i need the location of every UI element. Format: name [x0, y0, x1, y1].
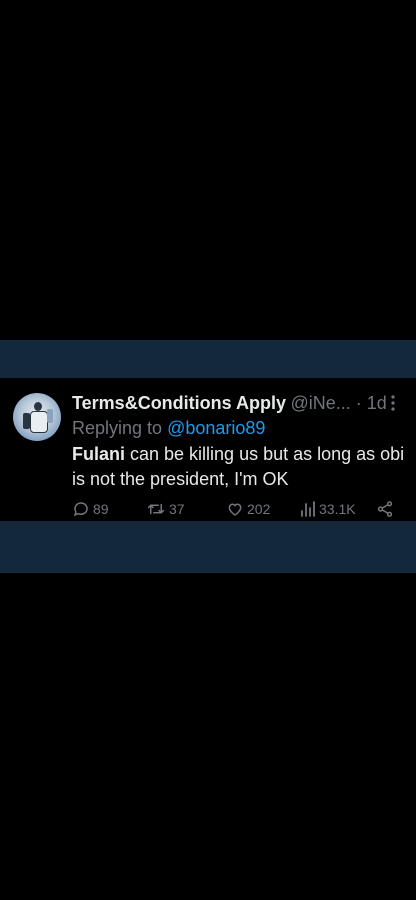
bottom-blue-band [0, 521, 416, 573]
avatar[interactable] [13, 393, 61, 441]
view-count: 33.1K [319, 501, 356, 517]
reply-count: 89 [93, 501, 109, 517]
replying-prefix: Replying to [72, 418, 163, 438]
like-count: 202 [247, 501, 271, 517]
tweet-card[interactable]: Terms&Conditions Apply @iNe... · 1d Repl… [0, 380, 416, 521]
heart-icon [228, 503, 242, 516]
bar-chart-icon [301, 501, 315, 517]
tweet-text-bold: Fulani [72, 444, 125, 464]
retweet-count: 37 [169, 501, 185, 517]
display-name[interactable]: Terms&Conditions Apply [72, 393, 286, 413]
action-bar: 89 37 202 33.1K [0, 500, 416, 520]
retweet-icon [147, 503, 165, 515]
views-button[interactable]: 33.1K [300, 500, 356, 518]
mention-link[interactable]: @bonario89 [167, 418, 265, 438]
share-button[interactable] [376, 500, 394, 518]
like-button[interactable]: 202 [226, 500, 270, 518]
tweet-text: Fulani can be killing us but as long as … [72, 442, 408, 492]
retweet-button[interactable]: 37 [146, 500, 185, 518]
replying-to: Replying to @bonario89 [72, 418, 265, 439]
tweet-header: Terms&Conditions Apply @iNe... · 1d [72, 393, 412, 417]
top-blue-band [0, 340, 416, 378]
handle-and-time[interactable]: @iNe... · 1d [290, 393, 386, 413]
reply-icon [73, 502, 88, 517]
reply-button[interactable]: 89 [72, 500, 109, 518]
share-icon [377, 501, 393, 517]
more-vertical-icon[interactable] [386, 393, 400, 418]
